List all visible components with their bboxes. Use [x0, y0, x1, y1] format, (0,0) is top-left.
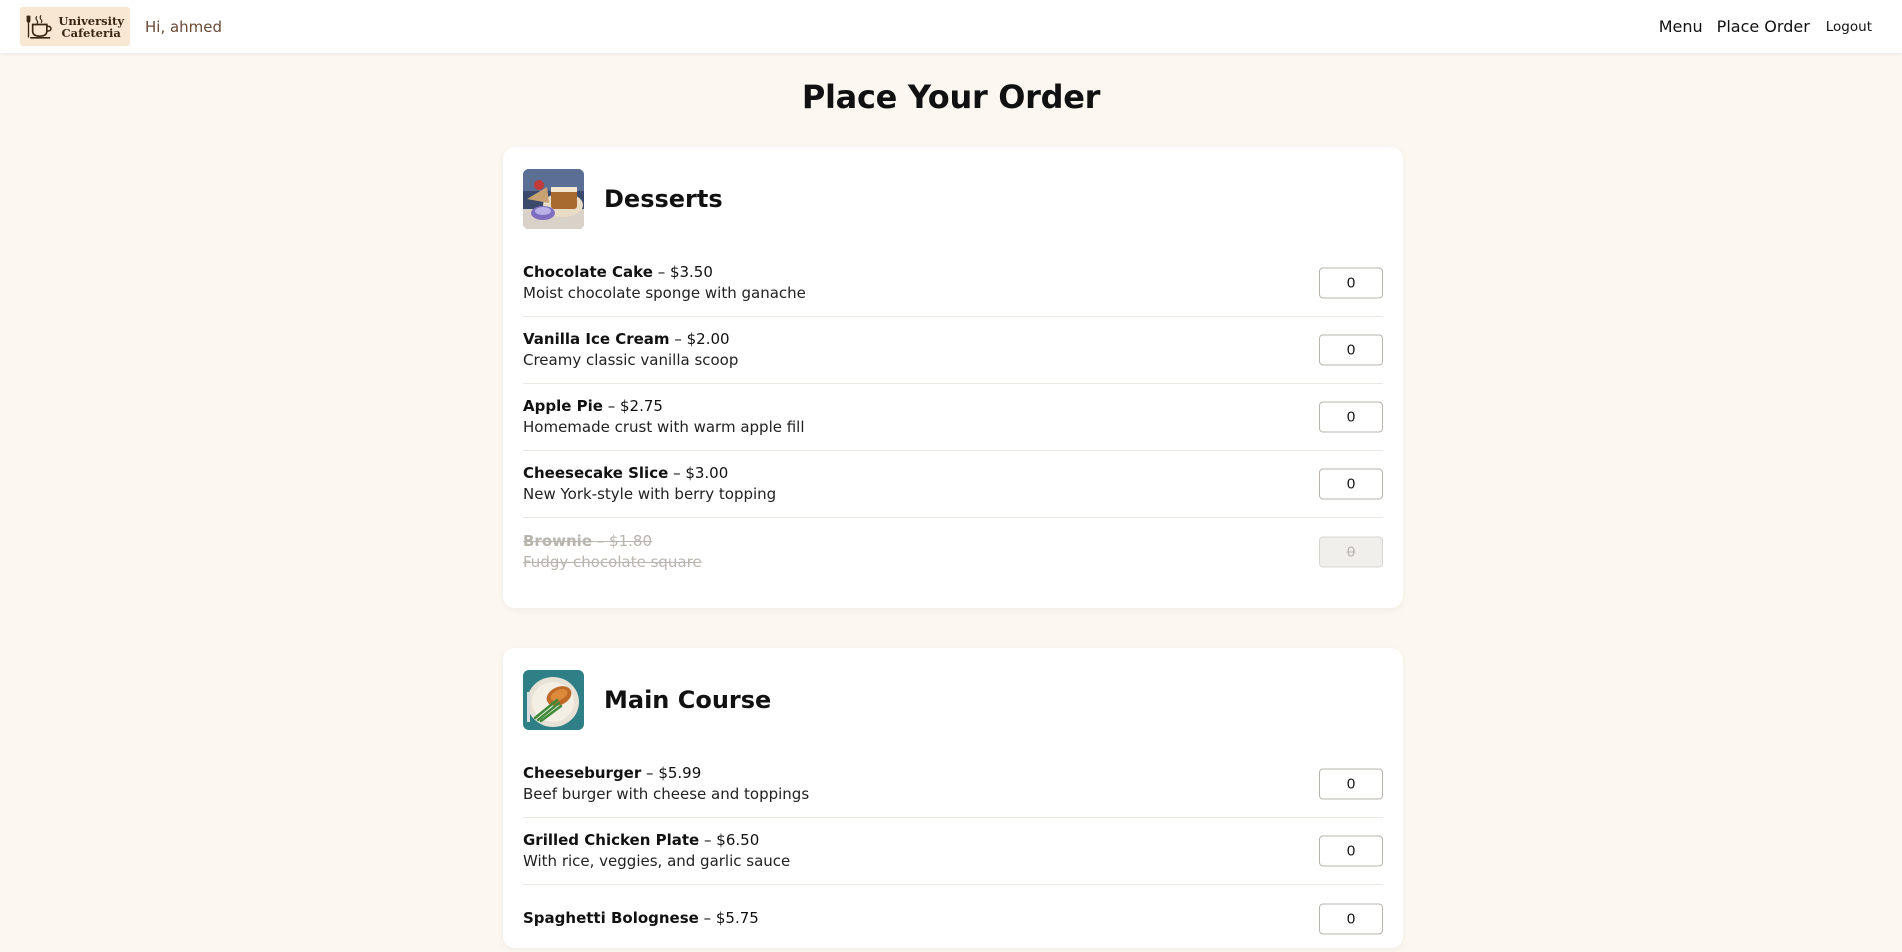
page-title: Place Your Order — [801, 78, 1101, 116]
item-price: – $2.75 — [607, 397, 663, 415]
cup-and-cutlery-icon — [26, 14, 52, 39]
item-name: Apple Pie — [523, 397, 603, 415]
item-name: Cheesecake Slice — [523, 464, 669, 482]
quantity-input[interactable] — [1319, 468, 1383, 500]
menu-item: Apple Pie – $2.75 Homemade crust with wa… — [523, 384, 1383, 451]
desserts-image — [523, 168, 584, 229]
logo-wordmark: University Cafeteria — [58, 15, 124, 39]
user-greeting: Hi, ahmed — [145, 17, 223, 36]
item-description: Beef burger with cheese and toppings — [523, 785, 810, 803]
menu-item: Chocolate Cake – $3.50 Moist chocolate s… — [523, 250, 1383, 317]
menu-item: Grilled Chicken Plate – $6.50 With rice,… — [523, 818, 1383, 885]
category-title: Main Course — [604, 685, 772, 714]
item-name: Brownie — [523, 531, 592, 550]
item-price: – $5.75 — [703, 909, 759, 927]
item-description: Homemade crust with warm apple fill — [523, 418, 805, 436]
item-description: With rice, veggies, and garlic sauce — [523, 852, 791, 870]
category-card-desserts: Desserts Chocolate Cake – $3.50 Moist ch… — [503, 147, 1403, 608]
logout-link[interactable]: Logout — [1826, 19, 1872, 35]
item-price: – $6.50 — [704, 831, 760, 849]
category-header: Main Course — [523, 648, 1383, 751]
item-price: – $2.00 — [674, 330, 730, 348]
menu-item: Spaghetti Bolognese – $5.75 — [523, 885, 1383, 952]
item-description: Moist chocolate sponge with ganache — [523, 284, 806, 302]
menu-item: Cheeseburger – $5.99 Beef burger with ch… — [523, 751, 1383, 818]
quantity-input[interactable] — [1319, 334, 1383, 366]
logo-line-2: Cafeteria — [61, 25, 121, 40]
menu-item-unavailable: Brownie – $1.80 Fudgy chocolate square — [523, 518, 1383, 585]
logo-line-1: University — [58, 13, 124, 28]
cafeteria-logo[interactable]: University Cafeteria — [20, 7, 130, 46]
quantity-input[interactable] — [1319, 267, 1383, 299]
item-price: – $5.99 — [646, 764, 702, 782]
quantity-input[interactable] — [1319, 768, 1383, 800]
quantity-input[interactable] — [1319, 835, 1383, 867]
item-price: – $3.00 — [673, 464, 729, 482]
item-description: Fudgy chocolate square — [523, 552, 702, 571]
item-price: – $3.50 — [657, 263, 713, 281]
quantity-input[interactable] — [1319, 903, 1383, 934]
nav-place-order-link[interactable]: Place Order — [1717, 17, 1810, 36]
item-name: Vanilla Ice Cream — [523, 330, 670, 348]
menu-item: Vanilla Ice Cream – $2.00 Creamy classic… — [523, 317, 1383, 384]
category-card-main-course: Main Course Cheeseburger – $5.99 Beef bu… — [503, 648, 1403, 948]
nav-menu-link[interactable]: Menu — [1659, 17, 1703, 36]
nav-links: Menu Place Order Logout — [1645, 17, 1872, 36]
category-header: Desserts — [523, 147, 1383, 250]
category-title: Desserts — [604, 184, 723, 213]
quantity-input-disabled — [1319, 536, 1383, 567]
item-name: Chocolate Cake — [523, 263, 653, 281]
item-price: – $1.80 — [596, 531, 652, 550]
main-course-image — [523, 669, 584, 730]
quantity-input[interactable] — [1319, 401, 1383, 433]
top-navbar: University Cafeteria Hi, ahmed Menu Plac… — [0, 0, 1902, 53]
item-name: Grilled Chicken Plate — [523, 831, 700, 849]
menu-item: Cheesecake Slice – $3.00 New York-style … — [523, 451, 1383, 518]
item-name: Spaghetti Bolognese — [523, 909, 699, 927]
item-description: New York-style with berry topping — [523, 485, 777, 503]
item-name: Cheeseburger — [523, 764, 642, 782]
item-description: Creamy classic vanilla scoop — [523, 351, 739, 369]
